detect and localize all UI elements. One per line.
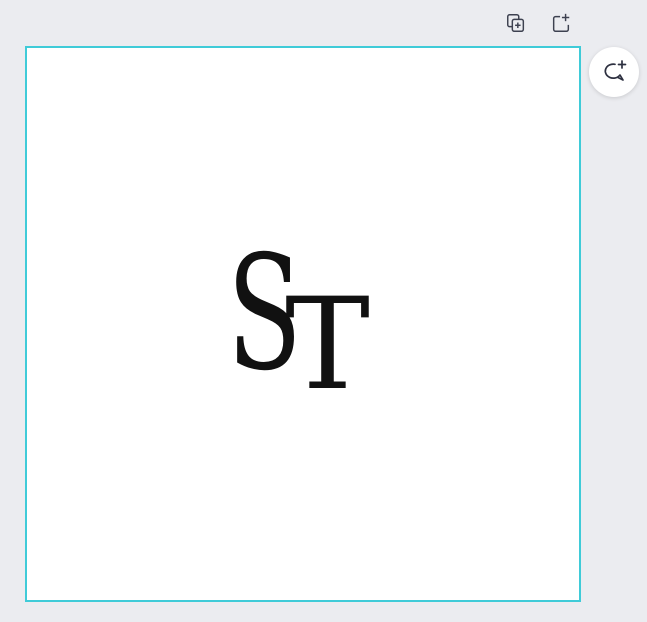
add-page-button[interactable] [548, 10, 574, 36]
add-page-icon [552, 13, 570, 32]
duplicate-page-icon [507, 14, 525, 32]
monogram-graphic: S T [227, 222, 370, 418]
design-canvas[interactable]: S T [25, 46, 581, 602]
monogram-letter-t: T [285, 271, 370, 418]
duplicate-page-button[interactable] [503, 10, 529, 36]
add-comment-icon [604, 60, 627, 81]
add-comment-button[interactable] [589, 47, 639, 97]
